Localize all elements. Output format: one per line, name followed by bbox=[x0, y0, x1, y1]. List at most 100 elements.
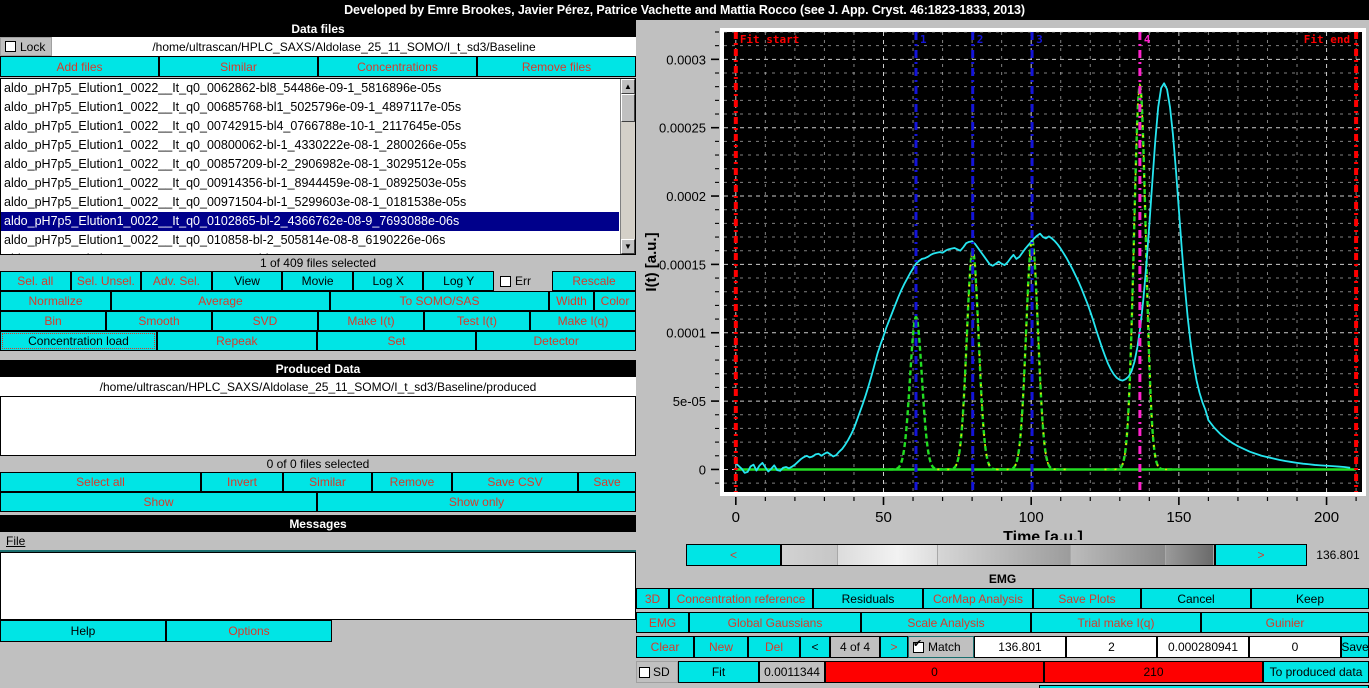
set-button[interactable]: Set bbox=[317, 331, 477, 351]
make-it-button[interactable]: Make I(t) bbox=[318, 311, 424, 331]
list-item[interactable]: aldo_pH7p5_Elution1_0022__It_q0_00800062… bbox=[1, 136, 619, 155]
remove-files-button[interactable]: Remove files bbox=[477, 56, 636, 77]
chromatogram-plot[interactable]: Fit startFit end123405010015020005e-050.… bbox=[638, 24, 1367, 540]
log-y-button[interactable]: Log Y bbox=[423, 271, 494, 291]
new-button[interactable]: New bbox=[694, 636, 748, 658]
show-only-button[interactable]: Show only bbox=[317, 492, 636, 512]
save-plots-button[interactable]: Save Plots bbox=[1033, 588, 1141, 609]
global-gaussians-button[interactable]: Global Gaussians bbox=[689, 612, 861, 633]
produced-similar-button[interactable]: Similar bbox=[283, 472, 372, 492]
average-button[interactable]: Average bbox=[111, 291, 330, 311]
gauss-width-field[interactable]: 2 bbox=[1066, 636, 1157, 658]
list-item[interactable]: aldo_pH7p5_Elution1_0022__It_q0_00742915… bbox=[1, 117, 619, 136]
slider-segment-4[interactable] bbox=[1071, 545, 1166, 565]
produced-data-listbox[interactable] bbox=[0, 396, 636, 456]
width-button[interactable]: Width bbox=[549, 291, 594, 311]
svd-button[interactable]: SVD bbox=[212, 311, 318, 331]
add-files-button[interactable]: Add files bbox=[0, 56, 159, 77]
match-checkbox[interactable] bbox=[913, 642, 924, 653]
bin-button[interactable]: Bin bbox=[0, 311, 106, 331]
cancel-button[interactable]: Cancel bbox=[1141, 588, 1251, 609]
scroll-down-icon[interactable]: ▼ bbox=[621, 239, 635, 254]
plot-area[interactable]: Fit startFit end123405010015020005e-050.… bbox=[638, 24, 1367, 540]
make-iq-button[interactable]: Make I(q) bbox=[530, 311, 636, 331]
gauss-center-field[interactable]: 136.801 bbox=[974, 636, 1066, 658]
gauss-prev-button[interactable]: < bbox=[800, 636, 830, 658]
select-all-button[interactable]: Select all bbox=[0, 472, 201, 492]
three-d-button[interactable]: 3D bbox=[636, 588, 669, 609]
detector-button[interactable]: Detector bbox=[476, 331, 636, 351]
fit-start-field[interactable]: 0 bbox=[825, 661, 1044, 683]
invert-button[interactable]: Invert bbox=[201, 472, 283, 492]
peak-slider-track[interactable] bbox=[781, 544, 1215, 566]
sel-unsel-button[interactable]: Sel. Unsel. bbox=[71, 271, 142, 291]
repeak-button[interactable]: Repeak bbox=[157, 331, 317, 351]
messages-body[interactable] bbox=[0, 552, 636, 620]
help-button[interactable]: Help bbox=[0, 620, 166, 642]
log-x-button[interactable]: Log X bbox=[353, 271, 424, 291]
concentration-load-button[interactable]: Concentration load bbox=[0, 331, 157, 351]
slider-segment-2[interactable] bbox=[838, 545, 937, 565]
del-button[interactable]: Del bbox=[748, 636, 800, 658]
list-item[interactable]: aldo_pH7p5_Elution1_0022__It_q0_00914356… bbox=[1, 174, 619, 193]
cormap-analysis-button[interactable]: CorMap Analysis bbox=[923, 588, 1033, 609]
slider-segment-1[interactable] bbox=[782, 545, 838, 565]
guinier-button[interactable]: Guinier bbox=[1201, 612, 1369, 633]
sd-toggle[interactable]: SD bbox=[636, 661, 678, 683]
err-toggle[interactable]: Err bbox=[494, 271, 552, 291]
menu-file[interactable]: File bbox=[6, 534, 25, 548]
match-toggle[interactable]: Match bbox=[908, 636, 974, 658]
produced-remove-button[interactable]: Remove bbox=[372, 472, 452, 492]
slider-segment-3[interactable] bbox=[938, 545, 1072, 565]
keep-button[interactable]: Keep bbox=[1251, 588, 1369, 609]
gauss-next-button[interactable]: > bbox=[880, 636, 908, 658]
to-somo-sas-button[interactable]: To SOMO/SAS bbox=[330, 291, 549, 311]
color-button[interactable]: Color bbox=[594, 291, 636, 311]
data-files-scrollbar[interactable]: ▲ ▼ bbox=[620, 79, 635, 254]
data-files-list[interactable]: aldo_pH7p5_Elution1_0022__It_q0_0062862-… bbox=[1, 79, 619, 255]
data-files-listbox[interactable]: aldo_pH7p5_Elution1_0022__It_q0_0062862-… bbox=[0, 78, 636, 255]
list-item[interactable]: aldo_pH7p5_Elution1_0022__It_q0_0102865-… bbox=[1, 212, 619, 231]
slider-thumb[interactable] bbox=[1166, 545, 1214, 565]
lock-toggle[interactable]: Lock bbox=[0, 37, 52, 56]
adv-sel-button[interactable]: Adv. Sel. bbox=[141, 271, 212, 291]
rescale-button[interactable]: Rescale bbox=[552, 271, 636, 291]
gauss-save-button[interactable]: Save bbox=[1341, 636, 1369, 658]
similar-files-button[interactable]: Similar bbox=[159, 56, 318, 77]
save-csv-button[interactable]: Save CSV bbox=[452, 472, 578, 492]
concentration-reference-button[interactable]: Concentration reference bbox=[669, 588, 813, 609]
slider-prev-button[interactable]: < bbox=[686, 544, 781, 566]
gauss-amplitude-field[interactable]: 0.000280941 bbox=[1157, 636, 1249, 658]
fit-end-field[interactable]: 210 bbox=[1044, 661, 1263, 683]
scrollbar-thumb[interactable] bbox=[621, 94, 635, 122]
view-button[interactable]: View bbox=[212, 271, 283, 291]
list-item[interactable]: aldo_pH7p5_Elution1_0022__It_q0_0114295-… bbox=[1, 250, 619, 255]
sel-all-button[interactable]: Sel. all bbox=[0, 271, 71, 291]
lock-checkbox[interactable] bbox=[5, 41, 16, 52]
gauss-extra-field[interactable]: 0 bbox=[1249, 636, 1341, 658]
options-button[interactable]: Options bbox=[166, 620, 332, 642]
movie-button[interactable]: Movie bbox=[282, 271, 353, 291]
list-item[interactable]: aldo_pH7p5_Elution1_0022__It_q0_00971504… bbox=[1, 193, 619, 212]
list-item[interactable]: aldo_pH7p5_Elution1_0022__It_q0_010858-b… bbox=[1, 231, 619, 250]
smooth-button[interactable]: Smooth bbox=[106, 311, 212, 331]
concentrations-button[interactable]: Concentrations bbox=[318, 56, 477, 77]
sd-checkbox[interactable] bbox=[639, 667, 650, 678]
emg-mode-button[interactable]: EMG bbox=[636, 612, 689, 633]
slider-next-button[interactable]: > bbox=[1215, 544, 1307, 566]
list-item[interactable]: aldo_pH7p5_Elution1_0022__It_q0_0062862-… bbox=[1, 79, 619, 98]
list-item[interactable]: aldo_pH7p5_Elution1_0022__It_q0_00857209… bbox=[1, 155, 619, 174]
trial-make-iq-button[interactable]: Trial make I(q) bbox=[1031, 612, 1201, 633]
scale-analysis-button[interactable]: Scale Analysis bbox=[861, 612, 1031, 633]
show-button[interactable]: Show bbox=[0, 492, 317, 512]
fit-button[interactable]: Fit bbox=[678, 661, 759, 683]
err-checkbox[interactable] bbox=[500, 276, 511, 287]
scroll-up-icon[interactable]: ▲ bbox=[621, 79, 635, 94]
test-it-button[interactable]: Test I(t) bbox=[424, 311, 530, 331]
list-item[interactable]: aldo_pH7p5_Elution1_0022__It_q0_00685768… bbox=[1, 98, 619, 117]
residuals-button[interactable]: Residuals bbox=[813, 588, 923, 609]
clear-button[interactable]: Clear bbox=[636, 636, 694, 658]
normalize-button[interactable]: Normalize bbox=[0, 291, 111, 311]
to-produced-data-button[interactable]: To produced data bbox=[1263, 661, 1369, 683]
produced-save-button[interactable]: Save bbox=[578, 472, 636, 492]
